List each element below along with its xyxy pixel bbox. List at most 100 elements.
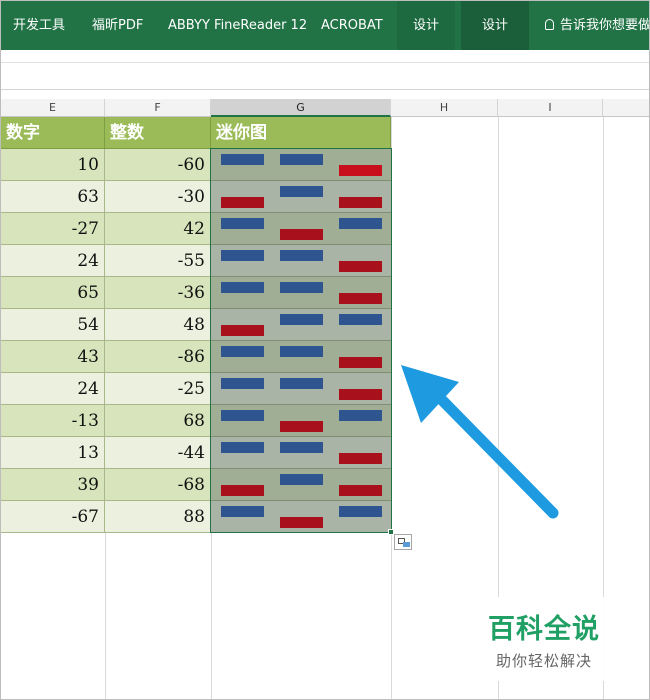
sparkline-bar-negative: [339, 261, 382, 272]
formula-bar-divider: [1, 62, 649, 63]
table-cell-number[interactable]: 54: [1, 309, 105, 341]
table-cell-number[interactable]: 39: [1, 469, 105, 501]
table-cell-number[interactable]: -13: [1, 405, 105, 437]
excel-window: 开发工具 福昕PDF ABBYY FineReader 12 ACROBAT 设…: [0, 0, 650, 700]
table-cell-number[interactable]: 24: [1, 373, 105, 405]
table-cell-integer[interactable]: -86: [105, 341, 211, 373]
table-cell-integer[interactable]: 68: [105, 405, 211, 437]
table-cell-integer[interactable]: -68: [105, 469, 211, 501]
sparkline-bar-positive: [339, 218, 382, 229]
tell-me-search[interactable]: 告诉我你想要做: [545, 1, 650, 50]
table-cell-number[interactable]: 43: [1, 341, 105, 373]
sparkline-bar-positive: [221, 282, 264, 293]
quick-analysis-fill: [403, 542, 410, 547]
arrow-shaft: [437, 395, 559, 519]
sparkline-cell[interactable]: [211, 341, 391, 373]
sparkline-bar-negative: [221, 325, 264, 336]
sparkline-bar-positive: [221, 506, 264, 517]
table-cell-integer[interactable]: -36: [105, 277, 211, 309]
watermark-subtitle: 助你轻松解决: [495, 652, 592, 670]
tab-design-1[interactable]: 设计: [397, 1, 455, 50]
column-header-next[interactable]: [603, 99, 649, 117]
sparkline-bar-positive: [280, 154, 323, 165]
sparkline-bar-positive: [221, 218, 264, 229]
sparkline-bar-negative: [280, 229, 323, 240]
sparkline-bar-positive: [280, 474, 323, 485]
sparkline-bar-negative: [339, 197, 382, 208]
sparkline-bar-positive: [339, 410, 382, 421]
formula-bar: [1, 50, 649, 90]
sparkline-bar-positive: [339, 506, 382, 517]
sparkline-bar-positive: [221, 410, 264, 421]
tab-design-2[interactable]: 设计: [461, 1, 529, 50]
table-cell-number[interactable]: 65: [1, 277, 105, 309]
table-cell-number[interactable]: 63: [1, 181, 105, 213]
tab-acrobat[interactable]: ACROBAT: [321, 1, 383, 50]
sparkline-bar-positive: [280, 442, 323, 453]
sparkline-cell[interactable]: [211, 405, 391, 437]
sparkline-cell[interactable]: [211, 501, 391, 533]
header-cell-number[interactable]: 数字: [1, 117, 105, 149]
header-cell-sparkline[interactable]: 迷你图: [211, 117, 391, 149]
sparkline-bar-positive: [280, 250, 323, 261]
table-cell-number[interactable]: 10: [1, 149, 105, 181]
sparkline-bar-negative: [339, 293, 382, 304]
sparkline-bar-positive: [221, 378, 264, 389]
column-header-f[interactable]: F: [105, 99, 211, 117]
sparkline-bar-positive: [280, 186, 323, 197]
sparkline-bar-negative: [221, 485, 264, 496]
tab-foxit-pdf[interactable]: 福昕PDF: [92, 1, 143, 50]
sparkline-bar-negative: [339, 389, 382, 400]
sparkline-bar-negative: [339, 357, 382, 368]
sparkline-bar-negative: [280, 421, 323, 432]
sparkline-bar-positive: [280, 282, 323, 293]
sparkline-bar-positive: [221, 154, 264, 165]
tell-me-label: 告诉我你想要做: [560, 18, 650, 33]
quick-analysis-icon[interactable]: [394, 534, 412, 550]
header-cell-integer[interactable]: 整数: [105, 117, 211, 149]
table-cell-integer[interactable]: 48: [105, 309, 211, 341]
sparkline-cell[interactable]: [211, 181, 391, 213]
sparkline-bar-positive: [221, 442, 264, 453]
sparkline-cell[interactable]: [211, 437, 391, 469]
ribbon-tab-bar: 开发工具 福昕PDF ABBYY FineReader 12 ACROBAT 设…: [1, 1, 650, 50]
sparkline-bar-positive: [339, 314, 382, 325]
column-header-h[interactable]: H: [391, 99, 498, 117]
tab-abbyy-finereader[interactable]: ABBYY FineReader 12: [168, 1, 307, 50]
table-cell-integer[interactable]: -25: [105, 373, 211, 405]
table-cell-integer[interactable]: -55: [105, 245, 211, 277]
sparkline-bar-negative: [339, 165, 382, 176]
sparkline-bar-positive: [221, 250, 264, 261]
sparkline-bar-positive: [280, 314, 323, 325]
sparkline-cell[interactable]: [211, 213, 391, 245]
table-cell-integer[interactable]: 42: [105, 213, 211, 245]
table-cell-integer[interactable]: -30: [105, 181, 211, 213]
sparkline-cell[interactable]: [211, 469, 391, 501]
sparkline-bar-negative: [280, 517, 323, 528]
sparkline-cell[interactable]: [211, 373, 391, 405]
sparkline-bar-negative: [339, 485, 382, 496]
table-cell-number[interactable]: -67: [1, 501, 105, 533]
tab-developer[interactable]: 开发工具: [13, 1, 65, 50]
sparkline-bar-negative: [221, 197, 264, 208]
sparkline-cell[interactable]: [211, 309, 391, 341]
watermark-logo: 百科全说 助你轻松解决: [462, 597, 626, 681]
table-cell-number[interactable]: -27: [1, 213, 105, 245]
table-cell-number[interactable]: 13: [1, 437, 105, 469]
column-header-i[interactable]: I: [498, 99, 603, 117]
sparkline-cell[interactable]: [211, 277, 391, 309]
sparkline-bar-negative: [339, 453, 382, 464]
table-cell-integer[interactable]: -60: [105, 149, 211, 181]
sparkline-cell[interactable]: [211, 245, 391, 277]
column-header-e[interactable]: E: [1, 99, 105, 117]
table-cell-integer[interactable]: -44: [105, 437, 211, 469]
lightbulb-icon: [545, 19, 554, 30]
pointer-arrow-icon: [401, 365, 559, 519]
sparkline-bar-positive: [221, 346, 264, 357]
sparkline-cell[interactable]: [211, 149, 391, 181]
sparkline-bar-positive: [280, 378, 323, 389]
watermark-title: 百科全说: [488, 614, 600, 645]
table-cell-integer[interactable]: 88: [105, 501, 211, 533]
column-header-g[interactable]: G: [211, 99, 391, 117]
table-cell-number[interactable]: 24: [1, 245, 105, 277]
